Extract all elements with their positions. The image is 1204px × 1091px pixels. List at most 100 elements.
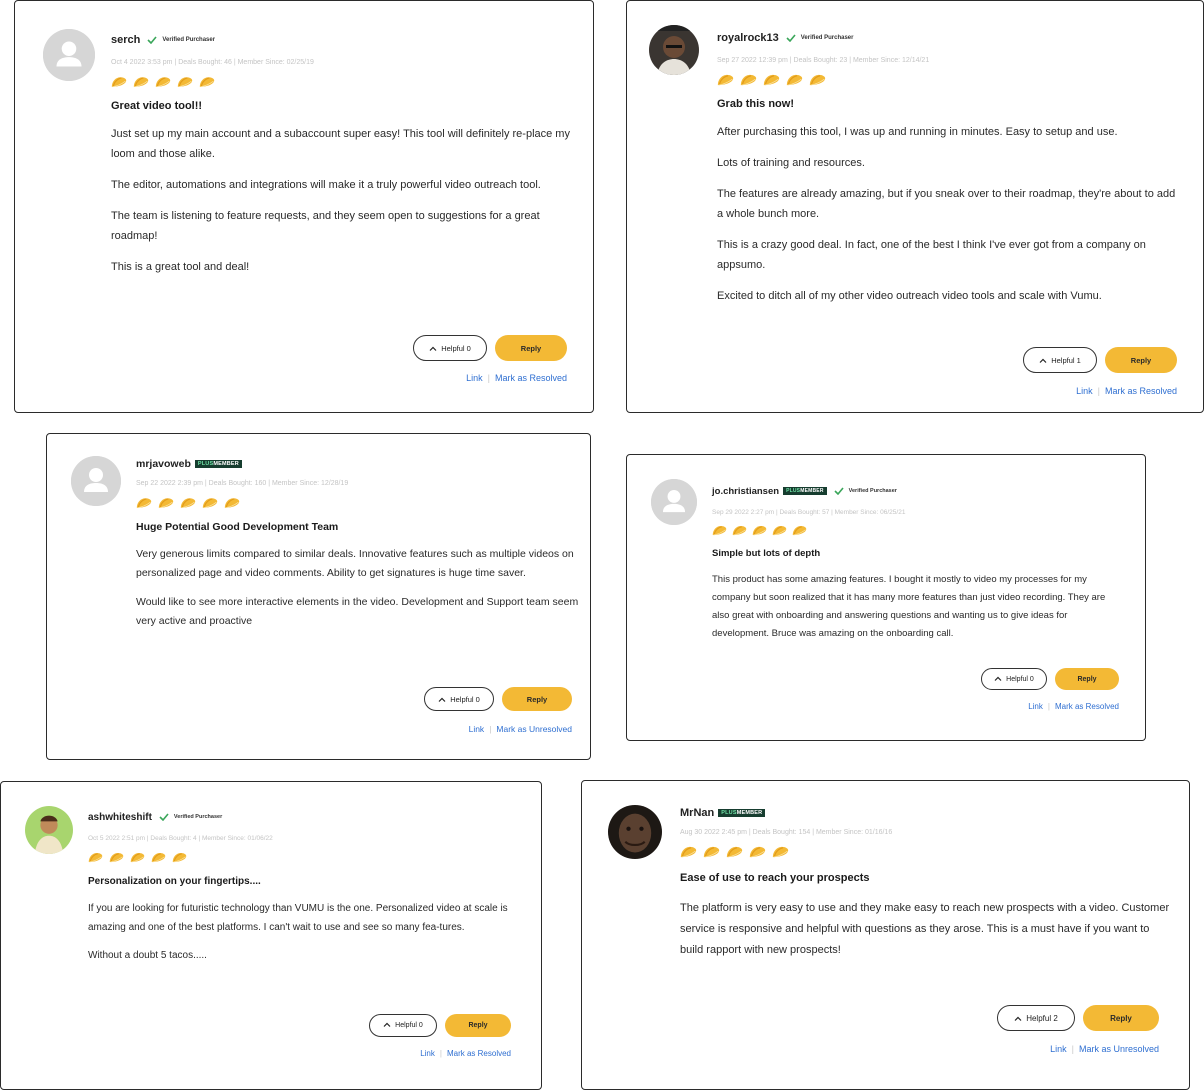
link-link[interactable]: Link	[1076, 386, 1093, 396]
username[interactable]: mrjavoweb	[136, 458, 191, 470]
review-card: royalrock13 Verified Purchaser Sep 27 202…	[626, 0, 1204, 413]
link-link[interactable]: Link	[1028, 702, 1043, 711]
taco-icon	[763, 74, 780, 86]
username[interactable]: MrNan	[680, 807, 714, 819]
taco-icon	[136, 497, 152, 509]
taco-icon	[172, 852, 187, 863]
taco-icon	[180, 497, 196, 509]
avatar[interactable]	[651, 479, 697, 525]
verified-check-icon	[147, 31, 157, 49]
helpful-count: 0	[466, 343, 471, 353]
verified-check-icon	[834, 482, 844, 500]
resolve-link[interactable]: Mark as Unresolved	[1079, 1044, 1159, 1054]
review-actions: Helpful 1 Reply	[1023, 347, 1177, 373]
username[interactable]: royalrock13	[717, 32, 779, 44]
helpful-label: Helpful	[1006, 675, 1028, 683]
username[interactable]: jo.christiansen	[712, 486, 779, 497]
rating-tacos	[712, 525, 1122, 536]
review-actions: Helpful 0 Reply	[981, 668, 1119, 690]
taco-icon	[732, 525, 747, 536]
name-row: serch Verified Purchaser	[111, 31, 581, 49]
helpful-button[interactable]: Helpful 0	[981, 668, 1047, 690]
taco-icon	[158, 497, 174, 509]
taco-icon	[177, 76, 193, 88]
chevron-up-icon	[429, 344, 437, 353]
link-link[interactable]: Link	[466, 373, 483, 383]
taco-icon	[772, 846, 789, 858]
review-title: Huge Potential Good Development Team	[136, 521, 339, 533]
plus-member-badge: PLUSMEMBER	[783, 487, 827, 495]
taco-icon	[772, 525, 787, 536]
helpful-button[interactable]: Helpful 1	[1023, 347, 1097, 373]
review-title: Personalization on your fingertips....	[88, 876, 261, 887]
verified-check-icon	[786, 29, 796, 47]
review-title: Simple but lots of depth	[712, 548, 821, 559]
review-actions: Helpful 0 Reply	[369, 1014, 511, 1037]
reply-button[interactable]: Reply	[1055, 668, 1119, 690]
resolve-link[interactable]: Mark as Resolved	[1055, 702, 1119, 711]
review-paragraph: The platform is very easy to use and the…	[680, 902, 1170, 956]
username[interactable]: ashwhiteshift	[88, 812, 152, 823]
helpful-button[interactable]: Helpful 0	[369, 1014, 437, 1037]
review-paragraph: If you are looking for futuristic techno…	[88, 903, 508, 933]
review-content: ashwhiteshift Verified Purchaser Oct 5 20…	[88, 808, 518, 966]
verified-purchaser-label: Verified Purchaser	[848, 488, 897, 494]
link-separator: |	[1047, 702, 1050, 711]
review-paragraph: This product has some amazing features. …	[712, 574, 1106, 639]
reply-button[interactable]: Reply	[1083, 1005, 1159, 1031]
taco-icon	[792, 525, 807, 536]
review-paragraph: This is a crazy good deal. In fact, one …	[717, 239, 1146, 271]
helpful-button[interactable]: Helpful 0	[424, 687, 494, 711]
reply-button[interactable]: Reply	[495, 335, 567, 361]
review-paragraph: Excited to ditch all of my other video o…	[717, 290, 1102, 302]
link-link[interactable]: Link	[469, 724, 485, 734]
review-card: jo.christiansen PLUSMEMBER Verified Purch…	[626, 454, 1146, 741]
link-separator: |	[487, 373, 490, 383]
review-links: Link | Mark as Resolved	[1076, 386, 1177, 396]
taco-icon	[703, 846, 720, 858]
plus-badge-plus: PLUS	[197, 461, 214, 467]
resolve-link[interactable]: Mark as Unresolved	[496, 724, 572, 734]
avatar[interactable]	[25, 806, 73, 854]
taco-icon	[155, 76, 171, 88]
review-paragraph: Without a doubt 5 tacos.....	[88, 950, 207, 961]
taco-icon	[151, 852, 166, 863]
review-paragraph: Very generous limits compared to similar…	[136, 548, 574, 579]
username[interactable]: serch	[111, 34, 140, 46]
review-content: MrNan PLUSMEMBER Aug 30 2022 2:45 pm | Dea…	[680, 807, 1170, 961]
verified-purchaser-label: Verified Purchaser	[800, 35, 854, 41]
avatar[interactable]	[649, 25, 699, 75]
link-link[interactable]: Link	[1050, 1044, 1067, 1054]
review-paragraph: After purchasing this tool, I was up and…	[717, 126, 1118, 138]
taco-icon	[130, 852, 145, 863]
reply-button[interactable]: Reply	[502, 687, 572, 711]
helpful-label: Helpful	[1051, 355, 1075, 365]
name-row: ashwhiteshift Verified Purchaser	[88, 808, 518, 826]
review-body: If you are looking for futuristic techno…	[88, 900, 518, 966]
avatar[interactable]	[608, 805, 662, 859]
name-row: mrjavoweb PLUSMEMBER	[136, 458, 581, 470]
plus-badge-member: MEMBER	[736, 810, 763, 816]
review-paragraph: Lots of training and resources.	[717, 157, 865, 169]
review-meta: Oct 4 2022 3:53 pm | Deals Bought: 46 | …	[111, 59, 314, 66]
helpful-button[interactable]: Helpful 0	[413, 335, 487, 361]
review-content: mrjavoweb PLUSMEMBER Sep 22 2022 2:39 pm |…	[136, 458, 581, 631]
resolve-link[interactable]: Mark as Resolved	[495, 373, 567, 383]
review-body: The platform is very easy to use and the…	[680, 898, 1170, 961]
helpful-count: 0	[1029, 675, 1034, 683]
resolve-link[interactable]: Mark as Resolved	[447, 1049, 511, 1058]
helpful-button[interactable]: Helpful 2	[997, 1005, 1075, 1031]
plus-member-badge: PLUSMEMBER	[194, 460, 242, 468]
review-paragraph: Just set up my main account and a subacc…	[111, 128, 570, 160]
helpful-label: Helpful	[395, 1022, 417, 1029]
helpful-count: 1	[1076, 355, 1081, 365]
avatar[interactable]	[71, 456, 121, 506]
reply-button[interactable]: Reply	[1105, 347, 1177, 373]
link-link[interactable]: Link	[420, 1049, 435, 1058]
resolve-link[interactable]: Mark as Resolved	[1105, 386, 1177, 396]
review-links: Link | Mark as Resolved	[1028, 702, 1119, 711]
reply-button[interactable]: Reply	[445, 1014, 511, 1037]
taco-icon	[111, 76, 127, 88]
name-row: MrNan PLUSMEMBER	[680, 807, 1170, 819]
avatar[interactable]	[43, 29, 95, 81]
